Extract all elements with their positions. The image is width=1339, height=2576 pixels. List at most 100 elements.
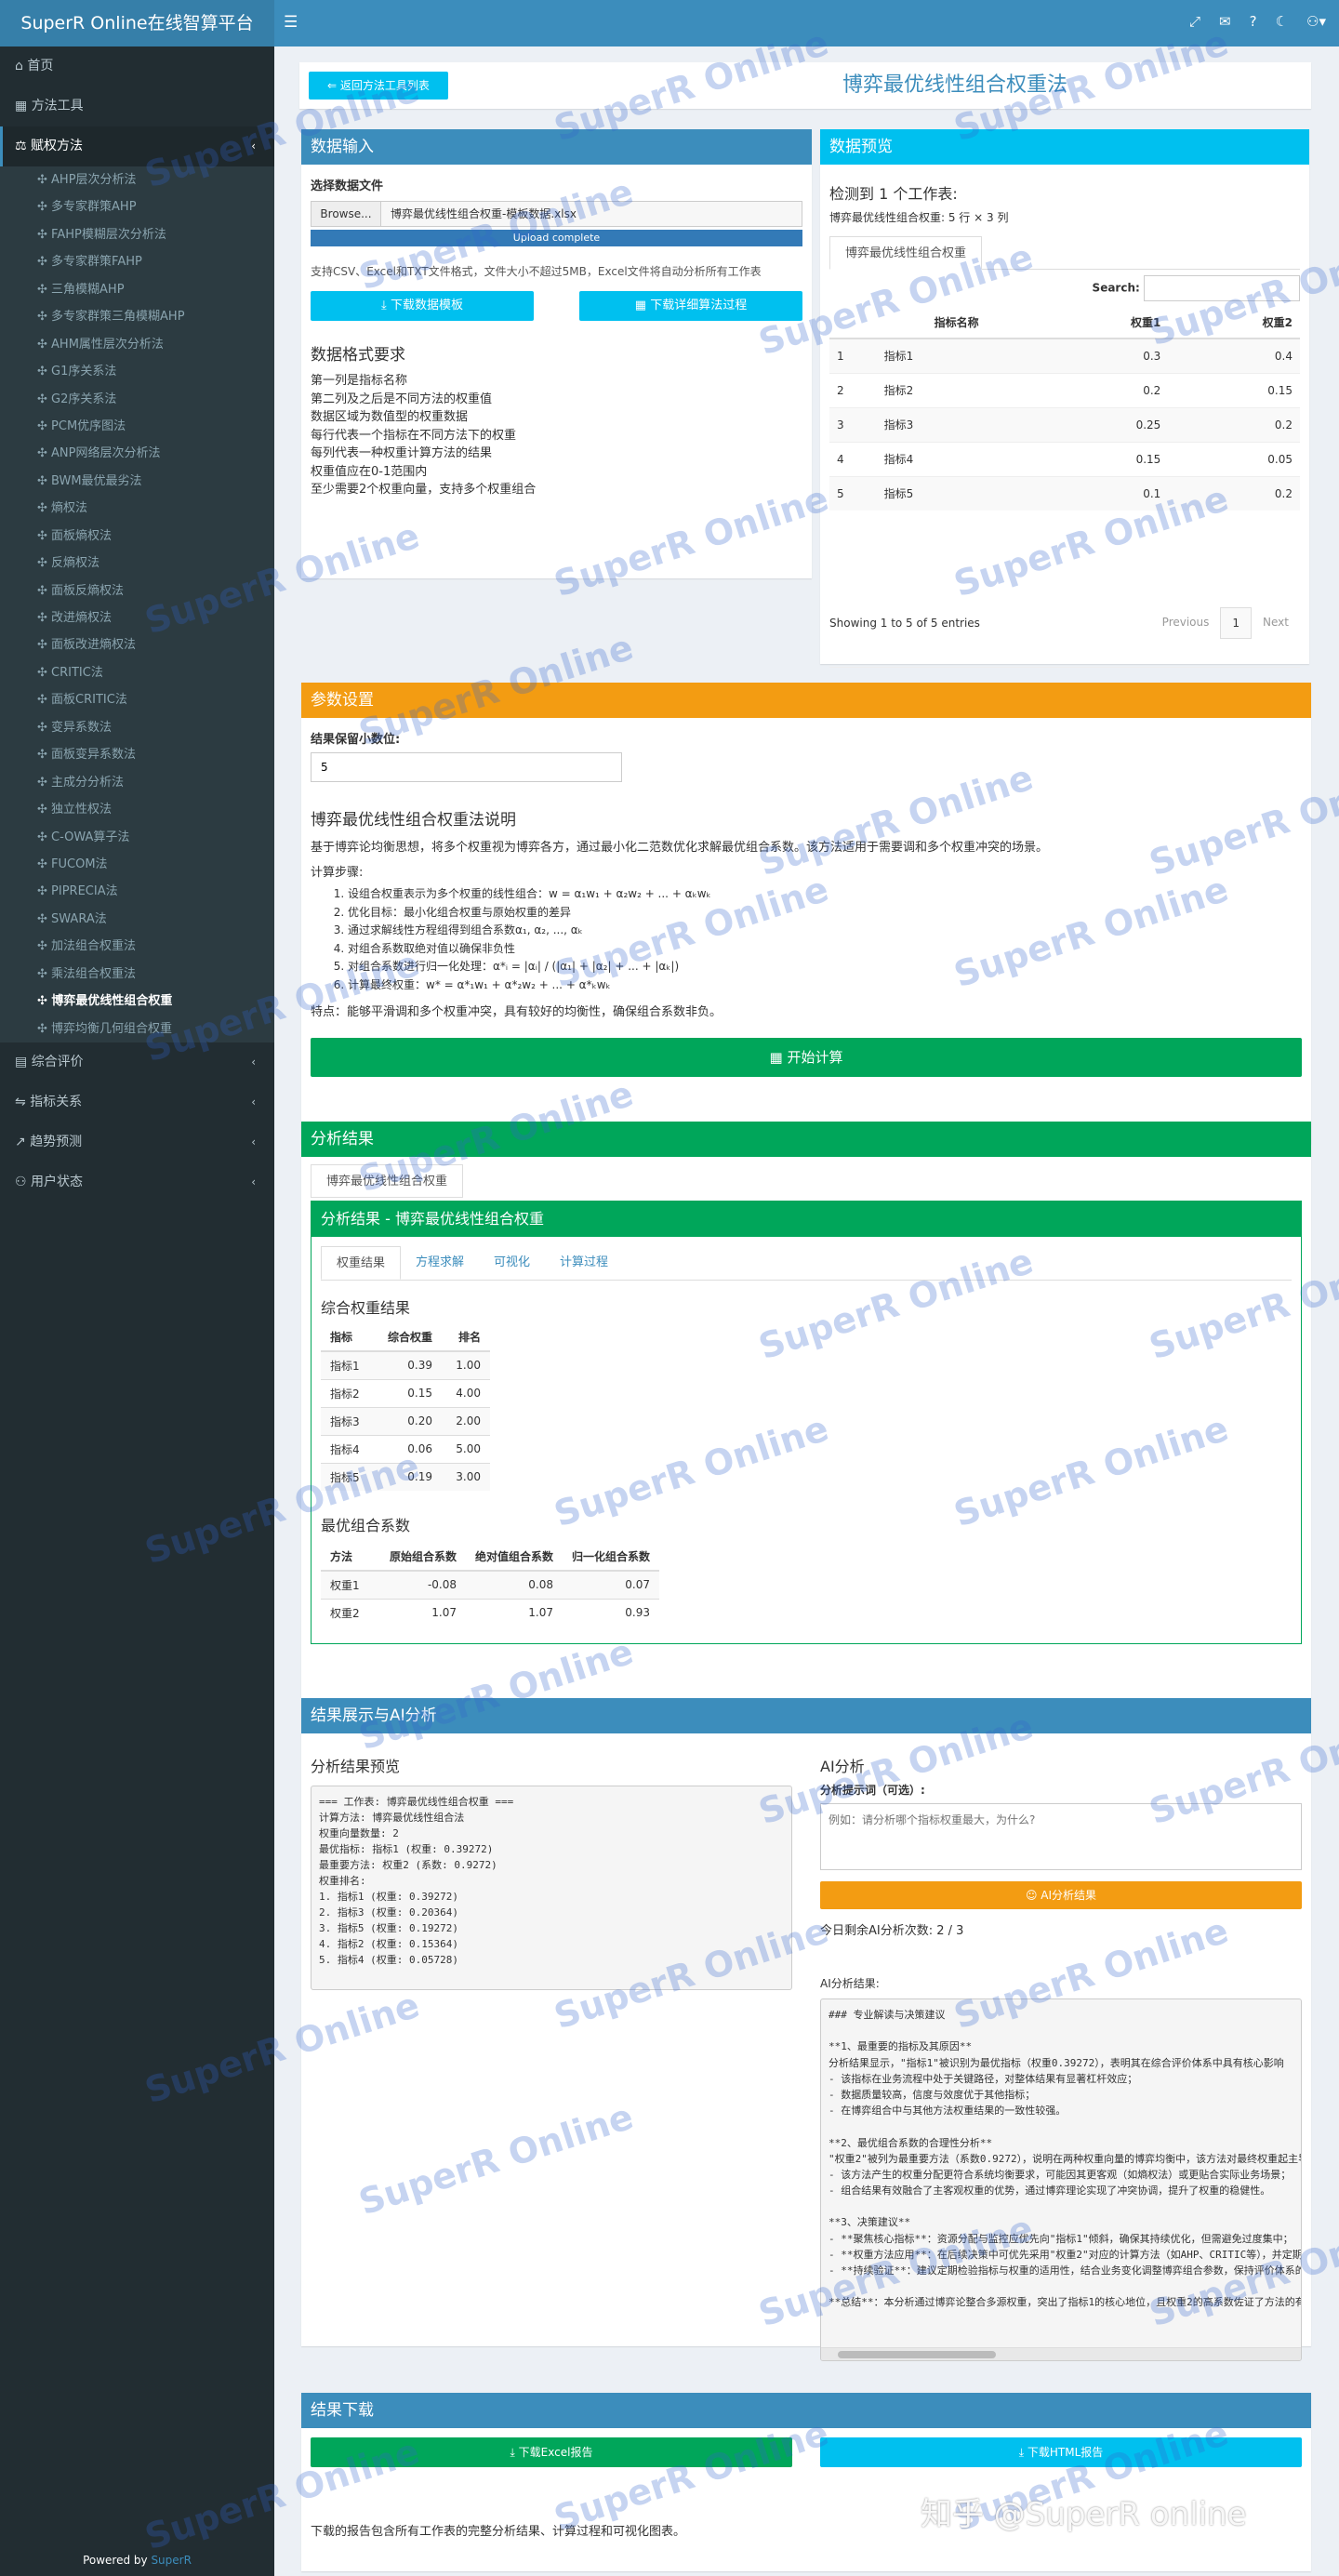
dark-mode-icon[interactable]: ☾ [1276,13,1288,30]
table-row: 3 指标3 0.25 0.2 [829,407,1300,442]
horizontal-scrollbar[interactable] [821,2347,1301,2360]
sidebar-subitem[interactable]: ✣ 多专家群策三角模糊AHP [0,303,274,330]
sidebar-subitem[interactable]: ✣ FUCOM法 [0,851,274,878]
ai-result-box[interactable]: ### 专业解读与决策建议 **1、最重要的指标及其原因** 分析结果显示，"指标1… [820,1998,1302,2361]
user-menu-icon[interactable]: ⚇▾ [1306,13,1326,30]
table-cell: 4 [837,452,844,466]
tab-result-sheet[interactable]: 博弈最优线性组合权重 [311,1164,464,1198]
sidebar-subitem[interactable]: ✣ 变异系数法 [0,714,274,741]
tab-result-3[interactable]: 计算过程 [545,1246,623,1280]
help-icon[interactable]: ? [1250,13,1257,30]
preview-line: 2. 指标3 (权重: 0.20364) [319,1906,458,1919]
sidebar-subitem[interactable]: ✣ 多专家群策FAHP [0,248,274,275]
table-row: 指标2 0.15 4.00 [321,1379,490,1407]
pagination-prev[interactable]: Previous [1151,607,1221,639]
puzzle-icon: ✣ [37,748,52,763]
pagination-page[interactable]: 1 [1220,607,1253,639]
hamburger-menu-icon[interactable]: ☰ [284,13,298,32]
inner-result-box: 分析结果 - 博弈最优线性组合权重 权重结果 方程求解 可视化 计算过程 综合权重结果… [311,1201,1302,1644]
sidebar-subitem[interactable]: ✣ 面板熵权法 [0,523,274,550]
sidebar-subitem[interactable]: ✣ AHP层次分析法 [0,166,274,193]
sidebar-subitem[interactable]: ✣ SWARA法 [0,906,274,933]
ai-line: - **权重方法应用**：在后续决策中可优先采用"权重2"对应的计算方法（如AH… [829,2248,1301,2261]
ai-result-text: ### 专业解读与决策建议 **1、最重要的指标及其原因** 分析结果显示，"指标1… [821,1999,1301,2344]
announcement-icon[interactable]: ✉ [1219,13,1231,30]
puzzle-icon: ✣ [37,720,52,735]
sidebar-subitem[interactable]: ✣ 改进熵权法 [0,604,274,631]
sidebar-subitem[interactable]: ✣ FAHP模糊层次分析法 [0,221,274,248]
sidebar-item-tools[interactable]: ▦ 方法工具 [0,86,274,126]
column-header[interactable]: 权重2 [1168,307,1300,339]
sidebar-subitem[interactable]: ✣ 乘法组合权重法 [0,961,274,988]
sidebar-subitem[interactable]: ✣ AHM属性层次分析法 [0,331,274,358]
sidebar-subitem[interactable]: ✣ G1序关系法 [0,358,274,385]
sidebar-subitem[interactable]: ✣ PIPRECIA法 [0,878,274,905]
sheet-detected: 检测到 1 个工作表: [829,185,958,203]
sidebar-subitem[interactable]: ✣ 多专家群策AHP [0,193,274,220]
table-cell: 0.2 [1143,383,1161,397]
sidebar-item-user[interactable]: ⚇ 用户状态 ‹ [0,1162,274,1202]
sidebar-submenu: ✣ AHP层次分析法 ✣ 多专家群策AHP ✣ FAHP模糊层次分析法 ✣ 多专家群策… [0,166,274,1042]
download-excel-button[interactable]: ⤓ 下载Excel报告 [311,2437,792,2467]
tab-result-1[interactable]: 方程求解 [401,1246,479,1280]
prompt-textarea[interactable] [820,1803,1302,1870]
tab-sheet[interactable]: 博弈最优线性组合权重 [829,236,983,270]
ai-line: **3、决策建议** [829,2216,911,2229]
sidebar-subitem[interactable]: ✣ 面板变异系数法 [0,741,274,768]
sidebar-item-weighting[interactable]: ⚖ 赋权方法 ‹ [0,126,274,166]
preview-line: 计算方法: 博弈最优线性组合法 [319,1812,465,1824]
sidebar-subitem[interactable]: ✣ C-OWA算子法 [0,824,274,851]
column-header[interactable]: 指标名称 [877,307,1037,339]
tab-result-0[interactable]: 权重结果 [321,1246,402,1280]
table-cell: 0.15 [1267,383,1293,397]
download-html-button[interactable]: ⤓ 下载HTML报告 [820,2437,1302,2467]
grid-icon: ▦ [15,99,32,113]
sidebar-item-forecast[interactable]: ↗ 趋势预测 ‹ [0,1122,274,1162]
sidebar-subitem[interactable]: ✣ 主成分分析法 [0,769,274,796]
description-title: 博弈最优线性组合权重法说明 [311,811,516,830]
sidebar-subitem[interactable]: ✣ 面板反熵权法 [0,578,274,604]
data-input-panel: 数据输入 选择数据文件 Browse... 博弈最优线性组合权重-模板数据.xl… [301,129,812,578]
back-button[interactable]: ⇐ 返回方法工具列表 [309,72,448,100]
start-calculation-button[interactable]: ▦ 开始计算 [311,1038,1302,1077]
app-logo[interactable]: SuperR Online在线智算平台 [0,0,274,46]
sidebar-item-relations[interactable]: ⇋ 指标关系 ‹ [0,1082,274,1122]
ai-analyze-button[interactable]: ☺ AI分析结果 [820,1881,1302,1909]
sidebar-subitem[interactable]: ✣ 独立性权法 [0,796,274,823]
sidebar-subitem[interactable]: ✣ ANP网络层次分析法 [0,440,274,467]
table-cell: -0.08 [427,1578,457,1592]
sidebar-subitem[interactable]: ✣ PCM优序图法 [0,413,274,440]
expand-icon[interactable]: ⤢ [1189,13,1200,30]
sidebar-subitem[interactable]: ✣ 博弈最优线性组合权重 [0,988,274,1015]
ai-line [829,2278,1293,2294]
preview-line: 4. 指标2 (权重: 0.15364) [319,1938,458,1950]
table-cell: 1.00 [456,1359,481,1373]
sidebar-item-evaluation[interactable]: ▤ 综合评价 ‹ [0,1042,274,1082]
table-row: 指标3 0.20 2.00 [321,1407,490,1435]
sidebar-subitem[interactable]: ✣ 反熵权法 [0,550,274,577]
pagination-next[interactable]: Next [1252,607,1300,639]
download-algorithm-button[interactable]: ▦ 下载详细算法过程 [579,291,802,321]
table-row: 1 指标1 0.3 0.4 [829,339,1300,373]
download-template-button[interactable]: ⤓ 下载数据模板 [311,291,534,321]
ai-line: - 在博弈组合中与其他方法权重结果的一致性较强。 [829,2105,1067,2118]
sidebar-subitem[interactable]: ✣ G2序关系法 [0,386,274,413]
sidebar-subitem[interactable]: ✣ 三角模糊AHP [0,276,274,303]
ai-analysis-panel: 结果展示与AI分析 分析结果预览 === 工作表: 博弈最优线性组合权重 ===… [301,1698,1311,2361]
tab-result-2[interactable]: 可视化 [479,1246,545,1280]
sidebar-subitem[interactable]: ✣ 面板CRITIC法 [0,686,274,713]
decimals-input[interactable] [311,752,622,782]
scrollbar-thumb[interactable] [838,2351,996,2358]
table-cell: 0.2 [1274,418,1293,432]
sidebar-subitem[interactable]: ✣ 博弈均衡几何组合权重 [0,1016,274,1042]
sidebar-subitem[interactable]: ✣ 熵权法 [0,495,274,522]
sidebar-subitem[interactable]: ✣ 加法组合权重法 [0,933,274,960]
column-header[interactable]: 权重1 [1037,307,1169,339]
sidebar-subitem[interactable]: ✣ CRITIC法 [0,659,274,686]
search-input[interactable] [1144,275,1300,301]
browse-button[interactable]: Browse... [312,202,381,226]
sidebar-item-home[interactable]: ⌂ 首页 [0,46,274,86]
sidebar-subitem[interactable]: ✣ BWM最优最劣法 [0,468,274,495]
file-input[interactable]: Browse... 博弈最优线性组合权重-模板数据.xlsx [311,201,802,227]
sidebar-subitem[interactable]: ✣ 面板改进熵权法 [0,631,274,658]
